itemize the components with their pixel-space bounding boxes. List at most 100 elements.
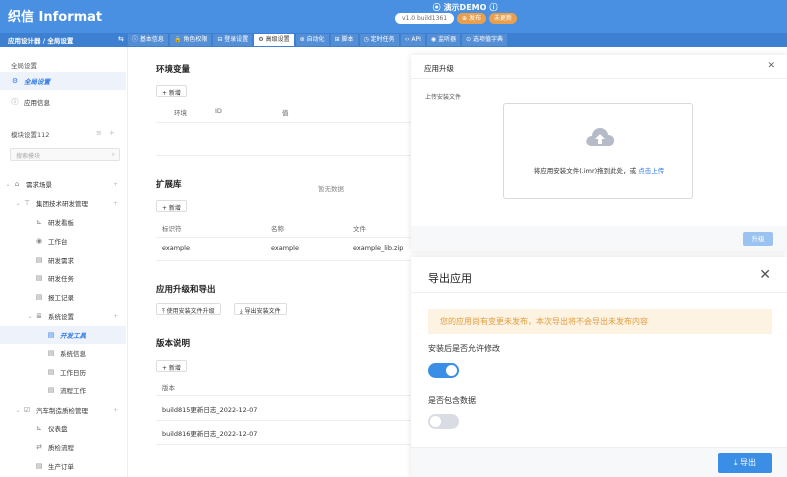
tree-item-label: 研发看板: [48, 219, 74, 227]
changes-badge[interactable]: 未更新: [488, 13, 517, 24]
include-data-label: 是否包含数据: [428, 396, 476, 405]
module-tools: ≡ +: [96, 129, 115, 137]
script-icon: ⊞: [334, 36, 342, 43]
tab-label: API: [411, 36, 421, 43]
app-title-row[interactable]: ⦿ 演示DEMO ⓘ: [380, 2, 550, 13]
sidebar-item-app-info[interactable]: ⓘ 应用信息: [0, 93, 126, 111]
tab-0[interactable]: ⓘ 基本信息: [128, 34, 168, 46]
check-icon: ☑: [23, 406, 31, 414]
close-icon[interactable]: ✕: [767, 61, 775, 71]
tab-strip: ⓘ 基本信息 🔒 角色权限 ⊟ 登录设置 ⚙ 高级设置 ⊛ 自动化 ⊞ 脚本 ◷ 定时任务 ‹…: [128, 34, 508, 46]
gear-icon: ⚙: [258, 36, 266, 43]
chart-icon: ⊾: [36, 218, 42, 226]
tree-item-label: 研发需求: [48, 257, 74, 265]
info-icon[interactable]: ⓘ: [489, 3, 497, 12]
sidebar-item-global-settings[interactable]: ⚙ 全局设置: [0, 72, 126, 90]
table-icon: ▤: [35, 462, 43, 470]
env-add-button[interactable]: + 新增: [156, 85, 187, 97]
notes-add-button[interactable]: + 新增: [156, 360, 187, 372]
tree-item[interactable]: ⊾ 研发看板: [0, 213, 126, 231]
upload-label: 上传安装文件: [425, 94, 462, 101]
tab-2[interactable]: ⊟ 登录设置: [213, 34, 253, 46]
tree-item[interactable]: ⇄ 质检流程: [0, 438, 126, 456]
tab-1[interactable]: 🔒 角色权限: [169, 34, 212, 46]
tree-item[interactable]: ⌄ ⌂ 需求场景 +: [0, 175, 126, 193]
tree-item-label: 汽车制造质检管理: [36, 407, 88, 415]
tab-label: 高级设置: [265, 36, 290, 43]
tab-9[interactable]: ⊙ 选项值字典: [462, 34, 508, 46]
global-section-title: 全局设置: [11, 62, 37, 70]
divider: [411, 292, 787, 293]
allow-modify-toggle[interactable]: [428, 363, 459, 378]
tree-item[interactable]: ◉ 工作台: [0, 232, 126, 250]
tab-3[interactable]: ⚙ 高级设置: [254, 34, 294, 46]
include-data-toggle[interactable]: [428, 414, 459, 429]
tree-item[interactable]: ▤ 系统信息: [0, 344, 126, 362]
more-icon[interactable]: +: [113, 200, 118, 207]
notes-title: 版本说明: [156, 339, 191, 349]
upgrade-title: 应用升级和导出: [156, 285, 216, 295]
export-submit-label: 导出: [740, 458, 757, 467]
tab-label: 基本信息: [139, 36, 164, 43]
add-module-icon[interactable]: +: [109, 129, 115, 137]
more-icon[interactable]: +: [113, 407, 118, 414]
env-col-env: 环境: [174, 109, 187, 117]
table-icon: ▤: [47, 386, 55, 394]
sort-icon[interactable]: ≡: [96, 129, 102, 137]
tree-item-label: 工作日历: [60, 369, 86, 377]
tree-item[interactable]: ▤ 生产订单: [0, 457, 126, 475]
tree-item[interactable]: ▤ 流程工作: [0, 381, 126, 399]
main-content: 环境变量 + 新增 环境 ID 值 暂无数据 扩展库 + 新增 标识符 名称 文…: [128, 47, 418, 477]
ext-col-id: 标识符: [162, 225, 182, 233]
export-submit-button[interactable]: ⤓ 导出: [718, 453, 772, 473]
ext-add-button[interactable]: + 新增: [156, 200, 187, 212]
upload-link[interactable]: 点击上传: [638, 167, 664, 175]
env-col-id: ID: [215, 107, 222, 115]
chevron-down-icon[interactable]: ⌄: [14, 407, 22, 414]
tab-7[interactable]: ‹› API: [400, 34, 425, 46]
upgrade-submit-button[interactable]: 升级: [743, 232, 773, 246]
version-badge[interactable]: v1.0 build1361: [395, 13, 455, 24]
more-icon[interactable]: +: [113, 313, 118, 320]
notes-row[interactable]: build815更新日志_2022-12-07: [162, 404, 257, 414]
info-icon: ⓘ: [11, 98, 19, 106]
tree-item[interactable]: ▤ 研发任务: [0, 269, 126, 287]
chevron-down-icon[interactable]: ⌄: [14, 200, 22, 207]
tree-item[interactable]: ⌄ ☑ 汽车制造质检管理 +: [0, 401, 126, 419]
tree-item[interactable]: ▤ 开发工具: [0, 326, 126, 344]
robot-icon: ⊛: [299, 36, 307, 43]
tree-item-label: 流程工作: [60, 387, 86, 395]
tree-item[interactable]: ▤ 研发需求: [0, 251, 126, 269]
notes-row[interactable]: build816更新日志_2022-12-07: [162, 428, 257, 438]
tree-item-label: 质检流程: [48, 444, 74, 452]
tree-item[interactable]: ⌄ ≣ 系统设置 +: [0, 307, 126, 325]
dict-icon: ⊙: [466, 36, 474, 43]
publish-button[interactable]: ⊕ 发布: [457, 13, 486, 24]
chevron-down-icon[interactable]: ⌄: [4, 181, 12, 188]
tree-item[interactable]: ⊾ 仪表盘: [0, 419, 126, 437]
upload-dropzone[interactable]: 将应用安装文件(.imr)拖到此处，或 点击上传: [503, 103, 693, 199]
sidebar: 全局设置 ⚙ 全局设置 ⓘ 应用信息 模块设置112 ≡ + 搜索模块 ⌕ ⌄ ⌂ 需求场…: [0, 47, 128, 477]
tab-4[interactable]: ⊛ 自动化: [295, 34, 329, 46]
tree-item[interactable]: ⌄ ⊤ 集团技术研发管理 +: [0, 194, 126, 212]
tab-5[interactable]: ⊞ 脚本: [330, 34, 358, 46]
app-logo[interactable]: 织信 Informat: [8, 6, 102, 25]
tab-6[interactable]: ◷ 定时任务: [359, 34, 399, 46]
table-icon: ▤: [47, 349, 55, 357]
divider: [156, 155, 418, 156]
sidebar-item-label: 应用信息: [24, 99, 50, 107]
tree-item[interactable]: ▤ 报工记录: [0, 288, 126, 306]
collapse-sidebar-icon[interactable]: ⇆: [118, 35, 124, 43]
export-file-button[interactable]: ⤓ 导出安装文件: [234, 303, 287, 315]
module-section-title: 模块设置112: [11, 131, 50, 139]
dropzone-text: 将应用安装文件(.imr)拖到此处，或 点击上传: [504, 165, 694, 175]
chevron-down-icon[interactable]: ⌄: [26, 313, 34, 320]
upgrade-file-button[interactable]: ⤒ 使用安装文件升级: [156, 303, 221, 315]
toggle-knob: [446, 365, 457, 376]
close-icon[interactable]: ✕: [759, 267, 771, 283]
listener-icon: ◉: [430, 36, 439, 43]
more-icon[interactable]: +: [113, 181, 118, 188]
tab-8[interactable]: ◉ 监听器: [426, 34, 461, 46]
tree-item[interactable]: ▤ 工作日历: [0, 363, 126, 381]
module-search-input[interactable]: 搜索模块 ⌕: [10, 148, 120, 161]
